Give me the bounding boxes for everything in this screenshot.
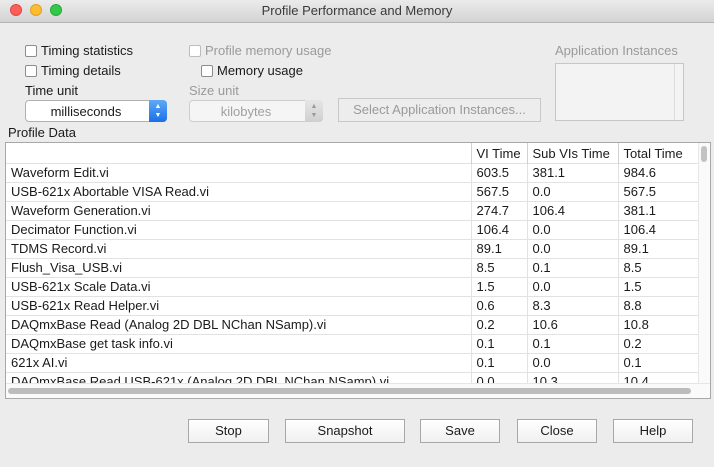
size-unit-value: kilobytes — [220, 104, 272, 119]
save-button[interactable]: Save — [420, 419, 500, 443]
close-button[interactable]: Close — [517, 419, 597, 443]
table-row[interactable]: USB-621x Read Helper.vi 0.6 8.3 8.8 — [6, 295, 699, 315]
timing-details-label: Timing details — [41, 63, 121, 78]
table-row[interactable]: TDMS Record.vi 89.1 0.0 89.1 — [6, 238, 699, 258]
vi-time-cell: 89.1 — [470, 238, 527, 258]
vi-name-cell: Decimator Function.vi — [6, 219, 471, 239]
vi-time-cell: 0.1 — [470, 352, 527, 372]
column-header-total-time[interactable]: Total Time — [617, 143, 699, 163]
vi-time-cell: 0.2 — [470, 314, 527, 334]
vi-name-cell: DAQmxBase Read (Analog 2D DBL NChan NSam… — [6, 314, 471, 334]
select-application-instances-button[interactable]: Select Application Instances... — [338, 98, 541, 122]
memory-usage-label: Memory usage — [217, 63, 303, 78]
horizontal-scroll-thumb[interactable] — [8, 388, 691, 394]
column-header-name[interactable] — [6, 143, 471, 163]
sub-vis-time-cell: 8.3 — [526, 295, 618, 315]
table-row[interactable]: 621x AI.vi 0.1 0.0 0.1 — [6, 352, 699, 372]
checkbox-icon[interactable] — [25, 45, 37, 57]
stop-button[interactable]: Stop — [188, 419, 269, 443]
profile-window: Profile Performance and Memory Timing st… — [0, 0, 714, 467]
table-row[interactable]: Decimator Function.vi 106.4 0.0 106.4 — [6, 219, 699, 239]
profile-data-grid: VI Time Sub VIs Time Total Time Waveform… — [6, 143, 699, 391]
table-header-row: VI Time Sub VIs Time Total Time — [6, 143, 699, 163]
checkbox-icon[interactable] — [201, 65, 213, 77]
column-header-sub-vis-time[interactable]: Sub VIs Time — [526, 143, 618, 163]
vi-time-cell: 1.5 — [470, 276, 527, 296]
sub-vis-time-cell: 0.0 — [526, 352, 618, 372]
table-row[interactable]: Waveform Generation.vi 274.7 106.4 381.1 — [6, 200, 699, 220]
time-unit-value: milliseconds — [50, 104, 122, 119]
checkbox-icon[interactable] — [25, 65, 37, 77]
table-row[interactable]: Flush_Visa_USB.vi 8.5 0.1 8.5 — [6, 257, 699, 277]
table-row[interactable]: Waveform Edit.vi 603.5 381.1 984.6 — [6, 162, 699, 182]
table-row[interactable]: DAQmxBase get task info.vi 0.1 0.1 0.2 — [6, 333, 699, 353]
vi-name-cell: DAQmxBase get task info.vi — [6, 333, 471, 353]
timing-statistics-label: Timing statistics — [41, 43, 133, 58]
vi-name-cell: USB-621x Scale Data.vi — [6, 276, 471, 296]
total-time-cell: 567.5 — [617, 181, 699, 201]
profile-data-label: Profile Data — [8, 125, 76, 140]
vi-name-cell: Waveform Edit.vi — [6, 162, 471, 182]
vi-time-cell: 567.5 — [470, 181, 527, 201]
sub-vis-time-cell: 0.0 — [526, 238, 618, 258]
sub-vis-time-cell: 106.4 — [526, 200, 618, 220]
sub-vis-time-cell: 0.1 — [526, 257, 618, 277]
vi-time-cell: 106.4 — [470, 219, 527, 239]
checkbox-icon[interactable] — [189, 45, 201, 57]
profile-data-table[interactable]: VI Time Sub VIs Time Total Time Waveform… — [5, 142, 711, 399]
sub-vis-time-cell: 0.0 — [526, 181, 618, 201]
updown-arrows-icon[interactable]: ▲ ▼ — [149, 100, 167, 122]
vertical-scroll-thumb[interactable] — [701, 146, 707, 162]
sub-vis-time-cell: 0.1 — [526, 333, 618, 353]
window-title: Profile Performance and Memory — [261, 3, 453, 18]
vi-name-cell: 621x AI.vi — [6, 352, 471, 372]
vi-time-cell: 8.5 — [470, 257, 527, 277]
total-time-cell: 8.8 — [617, 295, 699, 315]
vi-name-cell: USB-621x Read Helper.vi — [6, 295, 471, 315]
size-unit-label: Size unit — [189, 83, 239, 98]
total-time-cell: 10.8 — [617, 314, 699, 334]
application-instances-scrollbar[interactable] — [674, 64, 683, 120]
help-button[interactable]: Help — [613, 419, 693, 443]
total-time-cell: 381.1 — [617, 200, 699, 220]
size-unit-select[interactable]: kilobytes ▲ ▼ — [189, 100, 323, 122]
vi-time-cell: 274.7 — [470, 200, 527, 220]
time-unit-select[interactable]: milliseconds ▲ ▼ — [25, 100, 167, 122]
vi-name-cell: TDMS Record.vi — [6, 238, 471, 258]
sub-vis-time-cell: 0.0 — [526, 219, 618, 239]
time-unit-label: Time unit — [25, 83, 78, 98]
table-vertical-scrollbar[interactable] — [698, 143, 710, 384]
vi-time-cell: 603.5 — [470, 162, 527, 182]
table-row[interactable]: USB-621x Scale Data.vi 1.5 0.0 1.5 — [6, 276, 699, 296]
application-instances-list[interactable] — [555, 63, 684, 121]
vi-name-cell: Waveform Generation.vi — [6, 200, 471, 220]
total-time-cell: 89.1 — [617, 238, 699, 258]
total-time-cell: 0.2 — [617, 333, 699, 353]
table-row[interactable]: USB-621x Abortable VISA Read.vi 567.5 0.0 5… — [6, 181, 699, 201]
total-time-cell: 0.1 — [617, 352, 699, 372]
table-row[interactable]: DAQmxBase Read (Analog 2D DBL NChan NSam… — [6, 314, 699, 334]
total-time-cell: 8.5 — [617, 257, 699, 277]
application-instances-label: Application Instances — [555, 43, 678, 58]
snapshot-button[interactable]: Snapshot — [285, 419, 405, 443]
vi-name-cell: USB-621x Abortable VISA Read.vi — [6, 181, 471, 201]
sub-vis-time-cell: 0.0 — [526, 276, 618, 296]
total-time-cell: 1.5 — [617, 276, 699, 296]
vi-time-cell: 0.1 — [470, 333, 527, 353]
profile-memory-usage-label: Profile memory usage — [205, 43, 332, 58]
total-time-cell: 106.4 — [617, 219, 699, 239]
table-horizontal-scrollbar[interactable] — [6, 383, 710, 398]
vi-name-cell: Flush_Visa_USB.vi — [6, 257, 471, 277]
total-time-cell: 984.6 — [617, 162, 699, 182]
sub-vis-time-cell: 10.6 — [526, 314, 618, 334]
sub-vis-time-cell: 381.1 — [526, 162, 618, 182]
column-header-vi-time[interactable]: VI Time — [470, 143, 527, 163]
updown-arrows-icon[interactable]: ▲ ▼ — [305, 100, 323, 122]
title-bar[interactable]: Profile Performance and Memory — [0, 0, 714, 23]
vi-time-cell: 0.6 — [470, 295, 527, 315]
